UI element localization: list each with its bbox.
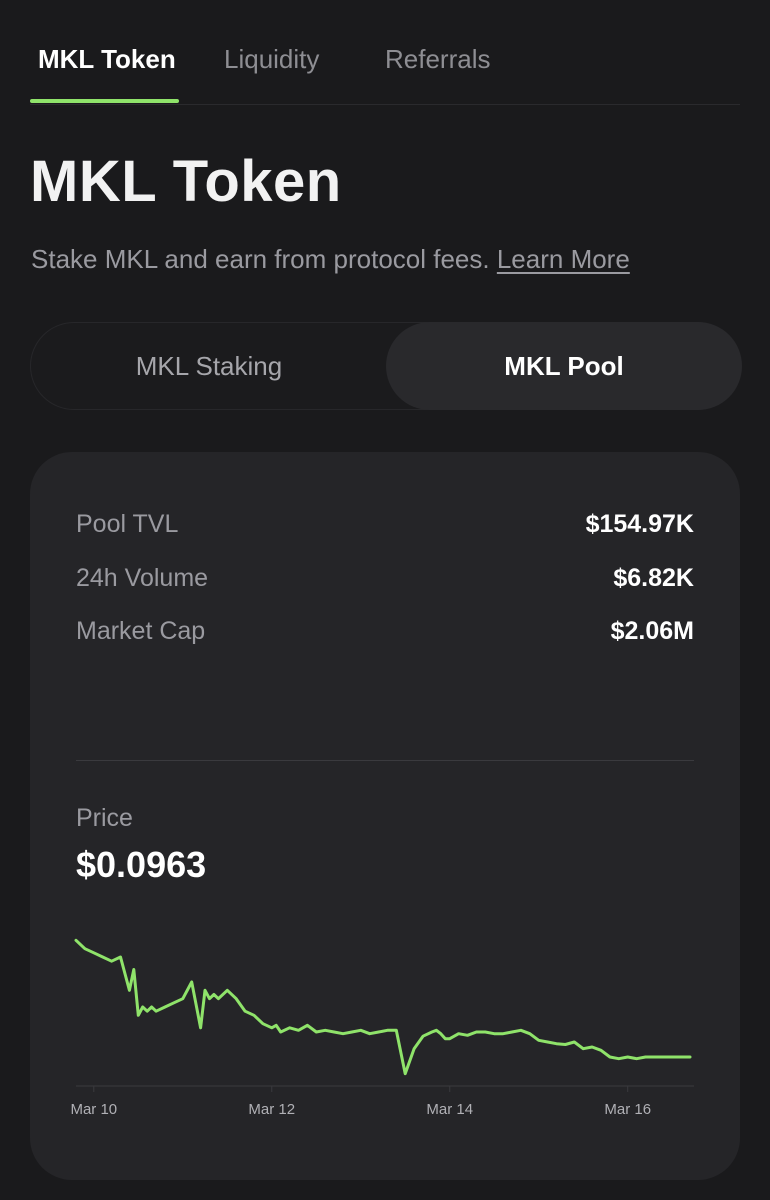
subtitle-text: Stake MKL and earn from protocol fees. (31, 244, 490, 274)
chart-price-line (74, 938, 692, 1076)
segment-mkl-pool[interactable]: MKL Pool (386, 322, 742, 410)
pool-stats-card: Pool TVL $154.97K 24h Volume $6.82K Mark… (30, 452, 740, 1180)
active-tab-indicator (30, 99, 179, 103)
price-chart: Mar 10 Mar 12 Mar 14 Mar 16 (70, 938, 694, 1118)
chart-x-tick-label: Mar 16 (604, 1101, 651, 1118)
page-title: MKL Token (30, 149, 342, 214)
learn-more-link[interactable]: Learn More (497, 244, 630, 274)
top-tab-bar: MKL Token Liquidity Referrals (30, 0, 740, 105)
chart-x-tick-label: Mar 12 (248, 1101, 295, 1118)
segment-mkl-staking[interactable]: MKL Staking (31, 322, 387, 410)
tab-referrals[interactable]: Referrals (385, 44, 490, 75)
segment-control: MKL Staking MKL Pool (30, 322, 742, 410)
page-subtitle: Stake MKL and earn from protocol fees. L… (31, 244, 630, 275)
chart-x-tick-label: Mar 10 (70, 1101, 117, 1118)
chart-x-tick-label: Mar 14 (426, 1101, 473, 1118)
tab-liquidity[interactable]: Liquidity (224, 44, 319, 75)
tab-mkl-token[interactable]: MKL Token (38, 44, 176, 75)
